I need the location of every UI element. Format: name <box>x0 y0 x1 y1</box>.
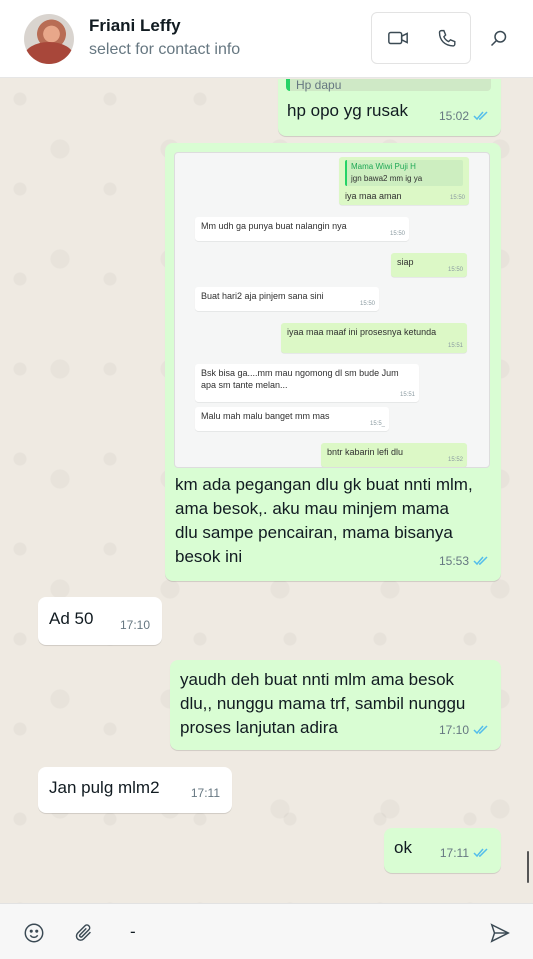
message-meta: 15:02 <box>439 104 489 128</box>
message-time: 15:53 <box>438 554 469 568</box>
image-row: siap 15:50 <box>391 253 467 277</box>
attach-button[interactable] <box>62 911 106 955</box>
image-row: bntr kabarin lefi dlu 15:52 <box>321 443 467 467</box>
image-row-time: 15:51 <box>447 343 463 349</box>
image-reply-text: jgn bawa2 mm ig ya <box>351 174 423 183</box>
message-text: hp opo yg rusak <box>287 101 408 120</box>
voice-call-button[interactable] <box>424 16 468 60</box>
image-row-text: iyaa maa maaf ini prosesnya ketunda <box>287 327 437 337</box>
read-ticks-icon <box>473 556 488 566</box>
emoji-button[interactable] <box>12 911 56 955</box>
message-bubble-incoming[interactable]: Ad 50 17:10 <box>38 597 162 645</box>
message-bubble-outgoing[interactable]: ok 17:11 <box>384 828 501 873</box>
message-time: 15:02 <box>438 109 469 123</box>
message-text: km ada pegangan dlu gk buat nnti mlm, am… <box>175 475 473 566</box>
emoji-icon <box>24 923 44 943</box>
message-meta: 17:10 <box>120 613 150 637</box>
video-call-button[interactable] <box>376 16 420 60</box>
paperclip-icon <box>75 924 91 941</box>
image-row: iyaa maa maaf ini prosesnya ketunda 15:5… <box>281 323 467 353</box>
message-time: 17:11 <box>439 846 469 860</box>
image-row-time: 15:52 <box>447 457 463 463</box>
image-row-time: 15:50 <box>449 195 465 201</box>
chat-header[interactable]: Friani Leffy select for contact info <box>0 0 533 78</box>
image-row-time: 15:51 <box>399 392 415 398</box>
message-text: ok <box>394 838 412 857</box>
image-row-text: Malu mah malu banget mm mas <box>201 411 330 421</box>
search-icon <box>490 30 506 46</box>
message-bubble-outgoing-image[interactable]: Mama Wiwi Puji H jgn bawa2 mm ig ya iya … <box>165 143 501 581</box>
image-row: Malu mah malu banget mm mas 15:5_ <box>195 407 389 431</box>
message-time: 17:11 <box>190 786 220 800</box>
image-row-time: 15:50 <box>389 231 405 237</box>
message-bubble-incoming[interactable]: Jan pulg mlm2 17:11 <box>38 767 232 813</box>
image-row: Mm udh ga punya buat nalangin nya 15:50 <box>195 217 409 241</box>
video-camera-icon <box>388 31 408 45</box>
read-ticks-icon <box>473 725 488 735</box>
phone-icon <box>438 29 456 47</box>
image-row: Buat hari2 aja pinjem sana sini 15:50 <box>195 287 379 311</box>
image-row: Bsk bisa ga....mm mau ngomong dl sm bude… <box>195 364 419 402</box>
call-button-group <box>371 12 471 64</box>
message-time: 17:10 <box>119 618 150 632</box>
message-time: 17:10 <box>438 723 469 737</box>
message-meta: 17:11 <box>440 841 489 865</box>
message-meta: 15:53 <box>439 549 489 573</box>
message-input[interactable] <box>130 916 460 948</box>
message-text: Ad 50 <box>49 609 94 628</box>
contact-avatar[interactable] <box>24 14 74 64</box>
message-bubble-outgoing[interactable]: yaudh deh buat nnti mlm ama besok dlu,, … <box>170 660 501 750</box>
send-button[interactable] <box>478 911 522 955</box>
image-reply-sender: Mama Wiwi Puji H <box>351 162 416 171</box>
contact-info-hint[interactable]: select for contact info <box>89 41 240 59</box>
quoted-text: Hp dapu <box>296 79 342 92</box>
image-reply-bubble: Mama Wiwi Puji H jgn bawa2 mm ig ya iya … <box>339 157 469 205</box>
image-row-time: 15:5_ <box>369 421 385 427</box>
message-list[interactable]: Hp dapu hp opo yg rusak 15:02 Mama Wiwi … <box>0 79 533 903</box>
search-chat-button[interactable] <box>476 16 520 60</box>
screenshot-image[interactable]: Mama Wiwi Puji H jgn bawa2 mm ig ya iya … <box>174 152 490 468</box>
image-row-text: Buat hari2 aja pinjem sana sini <box>201 291 324 301</box>
chat-scrollbar[interactable] <box>527 851 529 883</box>
image-row-text: Bsk bisa ga....mm mau ngomong dl sm bude… <box>201 368 399 390</box>
image-row-text: bntr kabarin lefi dlu <box>327 447 404 457</box>
message-meta: 17:10 <box>439 718 489 742</box>
quoted-message[interactable]: Hp dapu <box>286 79 491 92</box>
send-icon <box>490 923 510 943</box>
message-bubble-outgoing[interactable]: Hp dapu hp opo yg rusak 15:02 <box>278 79 501 136</box>
message-meta: 17:11 <box>191 781 220 805</box>
message-composer <box>0 903 533 959</box>
image-row-time: 15:50 <box>359 301 375 307</box>
read-ticks-icon <box>473 111 488 121</box>
message-text: Jan pulg mlm2 <box>49 778 160 797</box>
image-row-time: 15:50 <box>447 267 463 273</box>
read-ticks-icon <box>473 848 488 858</box>
image-row-text: iya maa aman <box>345 191 402 201</box>
image-row-text: siap <box>397 257 414 267</box>
contact-name[interactable]: Friani Leffy <box>89 16 181 36</box>
image-row-text: Mm udh ga punya buat nalangin nya <box>201 221 347 231</box>
